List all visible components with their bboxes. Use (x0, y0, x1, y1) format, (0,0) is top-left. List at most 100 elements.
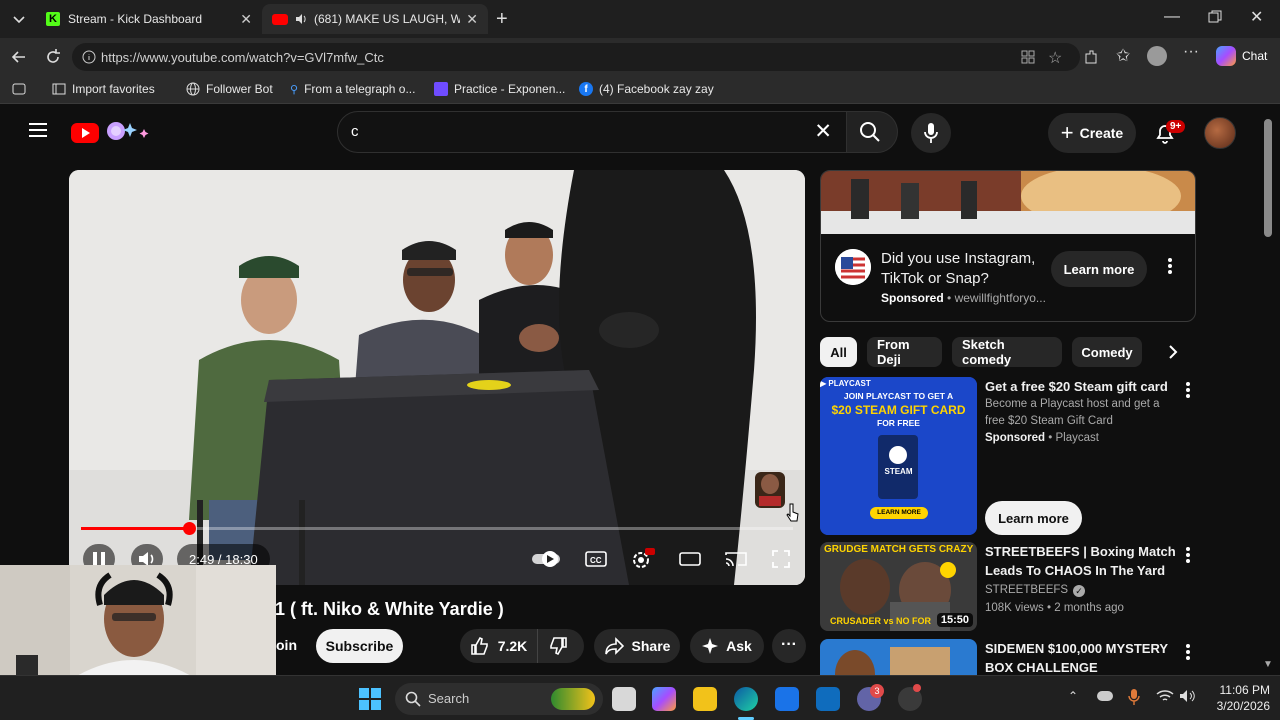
more-vert-icon[interactable] (1185, 381, 1191, 399)
store-icon[interactable] (775, 687, 799, 711)
rec-title[interactable]: SIDEMEN $100,000 MYSTERY BOX CHALLENGE (985, 639, 1177, 675)
autoplay-toggle[interactable] (531, 550, 561, 568)
close-tab-icon[interactable]: ✕ (466, 11, 478, 28)
favorite-practice[interactable]: Practice - Exponen... (434, 82, 565, 96)
search-input[interactable]: c (351, 123, 359, 140)
search-box[interactable]: c ✕ (337, 111, 847, 153)
streetbeefs-thumbnail[interactable]: GRUDGE MATCH GETS CRAZY CRUSADER vs NO F… (820, 542, 977, 631)
favorite-star-icon[interactable]: ☆ (1048, 48, 1062, 68)
close-window-icon[interactable]: ✕ (1250, 7, 1263, 27)
advertiser-logo (835, 249, 871, 285)
favorites-icon[interactable]: ✩ (1116, 46, 1130, 66)
address-bar[interactable]: https://www.youtube.com/watch?v=GVl7mfw_… (72, 43, 1080, 71)
profile-icon[interactable] (1147, 46, 1167, 66)
volume-icon[interactable] (1179, 689, 1197, 703)
youtube-page: c ✕ + Create 9+ 2:49 / 18:30 CC 1 (ft. … (0, 105, 1280, 675)
refresh-icon[interactable] (44, 48, 62, 66)
captions-icon[interactable]: CC (585, 550, 607, 568)
app-available-icon[interactable] (1020, 49, 1036, 65)
favorites-bar: Import favorites Follower Bot ⚲ From a t… (0, 76, 1280, 104)
minimize-icon[interactable]: — (1164, 8, 1180, 26)
create-button[interactable]: + Create (1048, 113, 1136, 153)
tab-kick-dashboard[interactable]: K Stream - Kick Dashboard ✕ (36, 4, 262, 34)
settings-icon[interactable] (631, 548, 655, 570)
windows-start-icon[interactable] (359, 688, 381, 710)
more-vert-icon[interactable] (1185, 643, 1191, 661)
speaker-icon[interactable] (294, 12, 308, 26)
wifi-icon[interactable] (1156, 689, 1174, 703)
rec-learn-more-button[interactable]: Learn more (985, 501, 1082, 535)
favorite-import[interactable]: Import favorites (52, 82, 155, 96)
search-button[interactable] (846, 111, 898, 153)
copilot-icon[interactable] (652, 687, 676, 711)
page-scrollbar[interactable] (1264, 119, 1272, 237)
sidebar-toggle-icon[interactable] (12, 83, 26, 95)
share-button[interactable]: Share (594, 629, 680, 663)
chevron-right-icon[interactable] (1164, 342, 1182, 362)
close-tab-icon[interactable]: ✕ (240, 11, 252, 28)
rec-meta: Sponsored • Playcast (985, 432, 1099, 444)
ad-card[interactable]: Did you use Instagram, TikTok or Snap? S… (820, 170, 1196, 322)
sidemen-thumbnail[interactable] (820, 639, 977, 675)
voice-search-button[interactable] (911, 113, 951, 153)
like-button[interactable]: 7.2K (460, 629, 538, 663)
chip-sketch-comedy[interactable]: Sketch comedy (952, 337, 1062, 367)
new-tab-icon[interactable]: + (496, 8, 508, 31)
ad-learn-more-button[interactable]: Learn more (1051, 251, 1147, 287)
chip-from-deji[interactable]: From Deji (867, 337, 942, 367)
rec-title[interactable]: STREETBEEFS | Boxing Match Leads To CHAO… (985, 542, 1177, 580)
tab-actions-icon[interactable] (10, 10, 28, 28)
recording-dot (913, 684, 921, 692)
tab-youtube[interactable]: (681) MAKE US LAUGH, WIN $ ✕ (262, 4, 488, 34)
chip-label: All (830, 344, 847, 360)
back-icon[interactable] (10, 48, 28, 66)
join-button[interactable]: oin (276, 637, 297, 653)
subscribe-button[interactable]: Subscribe (316, 629, 403, 663)
outlook-icon[interactable] (816, 687, 840, 711)
chip-comedy[interactable]: Comedy (1072, 337, 1142, 367)
favorite-follower-bot[interactable]: Follower Bot (186, 82, 273, 96)
progress-bar[interactable] (81, 522, 793, 535)
microphone-icon[interactable] (1128, 688, 1140, 706)
menu-icon[interactable] (28, 122, 48, 138)
list-icon (434, 82, 448, 96)
dislike-button[interactable] (548, 636, 568, 656)
more-vert-icon[interactable] (1167, 257, 1173, 275)
sponsored-label: Sponsored (881, 291, 944, 305)
task-view-icon[interactable] (612, 687, 636, 711)
playcast-ad-thumbnail[interactable]: ▶ PLAYCAST JOIN PLAYCAST TO GET A $20 ST… (820, 377, 977, 535)
webcam-overlay (0, 565, 276, 675)
copilot-chat-button[interactable]: Chat (1216, 46, 1267, 66)
file-explorer-icon[interactable] (693, 687, 717, 711)
favorite-facebook[interactable]: f (4) Facebook zay zay (579, 82, 714, 96)
video-player[interactable]: 2:49 / 18:30 CC (69, 170, 805, 585)
thumbs-down-icon (550, 637, 567, 656)
chip-label: From Deji (877, 337, 910, 367)
chevron-up-icon[interactable]: ⌃ (1068, 689, 1078, 703)
favorite-telegraph[interactable]: ⚲ From a telegraph o... (290, 82, 415, 96)
theater-mode-icon[interactable] (679, 550, 701, 568)
cloud-icon[interactable] (1097, 691, 1113, 701)
ask-button[interactable]: Ask (690, 629, 764, 663)
video-title: 1 ( ft. Niko & White Yardie ) (275, 599, 504, 619)
thumb-text: STEAM (884, 467, 913, 476)
rec-title[interactable]: Get a free $20 Steam gift card (985, 377, 1175, 396)
chip-all[interactable]: All (820, 337, 857, 367)
more-actions-button[interactable]: ··· (772, 629, 806, 663)
restore-icon[interactable] (1208, 10, 1222, 24)
fullscreen-icon[interactable] (771, 549, 791, 569)
extensions-icon[interactable] (1082, 48, 1100, 66)
edge-icon[interactable] (734, 687, 758, 711)
site-info-icon[interactable] (82, 50, 96, 64)
scroll-down-arrow-icon[interactable]: ▼ (1263, 659, 1273, 670)
clear-search-icon[interactable]: ✕ (814, 119, 832, 144)
more-menu-icon[interactable]: ··· (1183, 43, 1199, 61)
cast-icon[interactable] (725, 550, 747, 568)
rec-channel[interactable]: STREETBEEFS ✓ (985, 582, 1086, 599)
thumb-text: CRUSADER vs NO FOR (830, 616, 932, 626)
taskbar-search[interactable]: Search (395, 683, 603, 715)
youtube-logo[interactable] (70, 119, 154, 145)
more-vert-icon[interactable] (1185, 546, 1191, 564)
avatar[interactable] (1204, 117, 1236, 149)
system-clock[interactable]: 11:06 PM 3/20/2026 (1206, 682, 1270, 714)
